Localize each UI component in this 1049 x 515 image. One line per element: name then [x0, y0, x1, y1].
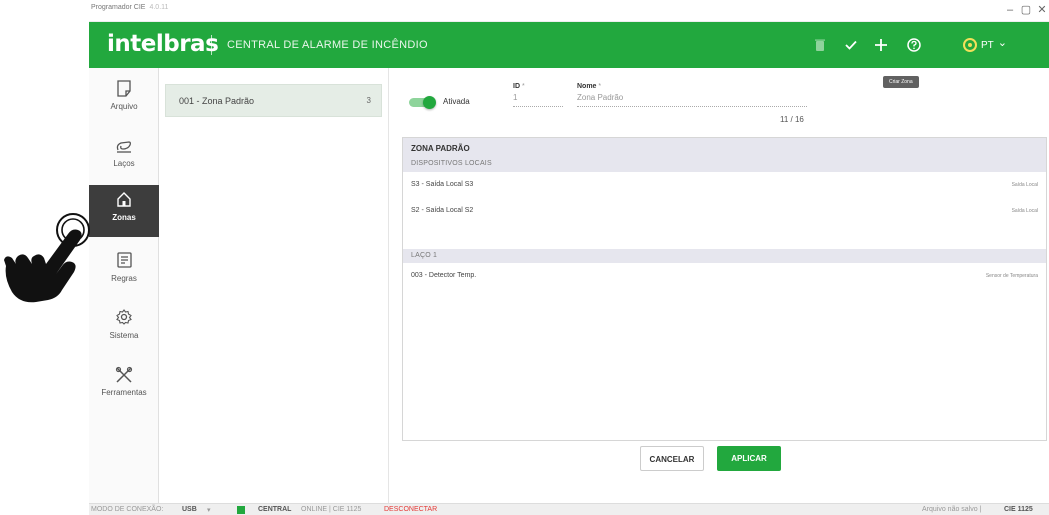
connected-status-icon [237, 506, 245, 514]
zone-name: 001 - Zona Padrão [179, 96, 255, 106]
sidebar-item-sistema[interactable]: Sistema [89, 303, 159, 355]
zone-active-label: Ativada [443, 97, 470, 106]
central-label: CENTRAL [258, 506, 292, 513]
device-name: S3 - Saída Local S3 [411, 181, 474, 188]
required-mark: * [598, 83, 602, 90]
language-icon [963, 38, 977, 52]
add-icon[interactable] [870, 34, 892, 56]
sidebar-item-label: Arquivo [110, 102, 138, 111]
cancel-button[interactable]: CANCELAR [640, 446, 704, 471]
app-version: 4.0.11 [149, 4, 169, 11]
name-field[interactable]: Zona Padrão [577, 93, 807, 107]
panel-title: ZONA PADRÃO [403, 138, 1046, 156]
section-header-loop-1: LAÇO 1 [403, 249, 1046, 263]
loop-icon [89, 137, 159, 157]
device-row[interactable]: S3 - Saída Local S3 Saída Local [403, 172, 1046, 198]
header-title: CENTRAL DE ALARME DE INCÊNDIO [227, 39, 428, 51]
sidebar-item-label: Laços [113, 159, 135, 168]
sidebar-item-lacos[interactable]: Laços [89, 131, 159, 183]
model-label: CIE 1125 [1004, 506, 1033, 513]
id-field[interactable]: 1 [513, 93, 563, 107]
zone-list-item[interactable]: 001 - Zona Padrão 3 [165, 84, 382, 117]
zone-editor: Ativada ID * 1 Nome * Zona Padrão 11 / 1… [389, 68, 1049, 503]
intelbras-logo: intelbras [107, 31, 219, 57]
screen: Programador CIE 4.0.11 – ▢ ✕ intelbras CE… [0, 0, 1049, 515]
zone-devices-panel: ZONA PADRÃO DISPOSITIVOS LOCAIS S3 - Saí… [402, 137, 1047, 441]
app-header: intelbras CENTRAL DE ALARME DE INCÊNDIO … [89, 22, 1049, 68]
check-icon[interactable] [840, 34, 862, 56]
zone-list: 001 - Zona Padrão 3 [159, 68, 389, 503]
name-field-label: Nome * [577, 83, 601, 90]
zone-device-count: 3 [366, 96, 371, 105]
device-row[interactable]: S2 - Saída Local S2 Saída Local [403, 198, 1046, 224]
help-icon[interactable] [903, 34, 925, 56]
disconnect-link[interactable]: DESCONECTAR [384, 506, 437, 513]
connection-select[interactable]: USB [182, 506, 197, 513]
sidebar-item-label: Ferramentas [101, 388, 147, 397]
device-row[interactable]: 003 - Detector Temp. Sensor de Temperatu… [403, 263, 1046, 289]
name-label-text: Nome [577, 83, 597, 90]
toggle-knob [423, 96, 436, 109]
apply-button[interactable]: APLICAR [717, 446, 781, 471]
close-button[interactable]: ✕ [1035, 3, 1049, 17]
file-icon [89, 80, 159, 100]
file-status: Arquivo não salvo | [922, 506, 982, 513]
device-type: Saída Local [1011, 182, 1038, 188]
chevron-down-icon: ⌄ [997, 36, 1007, 49]
zone-active-toggle[interactable] [409, 96, 436, 109]
app-name: Programador CIE [91, 4, 146, 11]
minimize-button[interactable]: – [1003, 3, 1017, 17]
gear-icon [89, 309, 159, 329]
window-titlebar: Programador CIE 4.0.11 – ▢ ✕ [89, 0, 1049, 22]
delete-icon[interactable] [809, 34, 831, 56]
device-type: Sensor de Temperatura [985, 273, 1038, 279]
window-title: Programador CIE 4.0.11 [91, 4, 168, 11]
section-header-local-devices: DISPOSITIVOS LOCAIS [403, 156, 1046, 172]
chevron-down-icon[interactable]: ▾ [207, 506, 211, 514]
device-name: 003 - Detector Temp. [411, 272, 477, 279]
app-window: Programador CIE 4.0.11 – ▢ ✕ intelbras CE… [89, 0, 1049, 515]
language-selector[interactable]: PT ⌄ [963, 36, 1007, 54]
status-bar: MODO DE CONEXÃO: USB ▾ CENTRAL ONLINE | … [89, 503, 1049, 515]
header-divider [211, 35, 212, 55]
name-char-counter: 11 / 16 [780, 115, 804, 124]
connection-mode-label: MODO DE CONEXÃO: [91, 506, 164, 513]
id-field-label: ID * [513, 83, 525, 90]
maximize-button[interactable]: ▢ [1019, 3, 1033, 17]
central-status: ONLINE | CIE 1125 [301, 506, 362, 513]
device-name: S2 - Saída Local S2 [411, 207, 474, 214]
sidebar-item-ferramentas[interactable]: Ferramentas [89, 360, 159, 412]
id-label-text: ID [513, 83, 520, 90]
device-type: Saída Local [1011, 208, 1038, 214]
language-code: PT [981, 39, 994, 51]
pointing-hand-icon [4, 213, 90, 303]
sidebar-item-label: Sistema [109, 331, 139, 340]
sidebar-item-arquivo[interactable]: Arquivo [89, 74, 159, 126]
tools-icon [89, 366, 159, 386]
required-mark: * [521, 83, 525, 90]
